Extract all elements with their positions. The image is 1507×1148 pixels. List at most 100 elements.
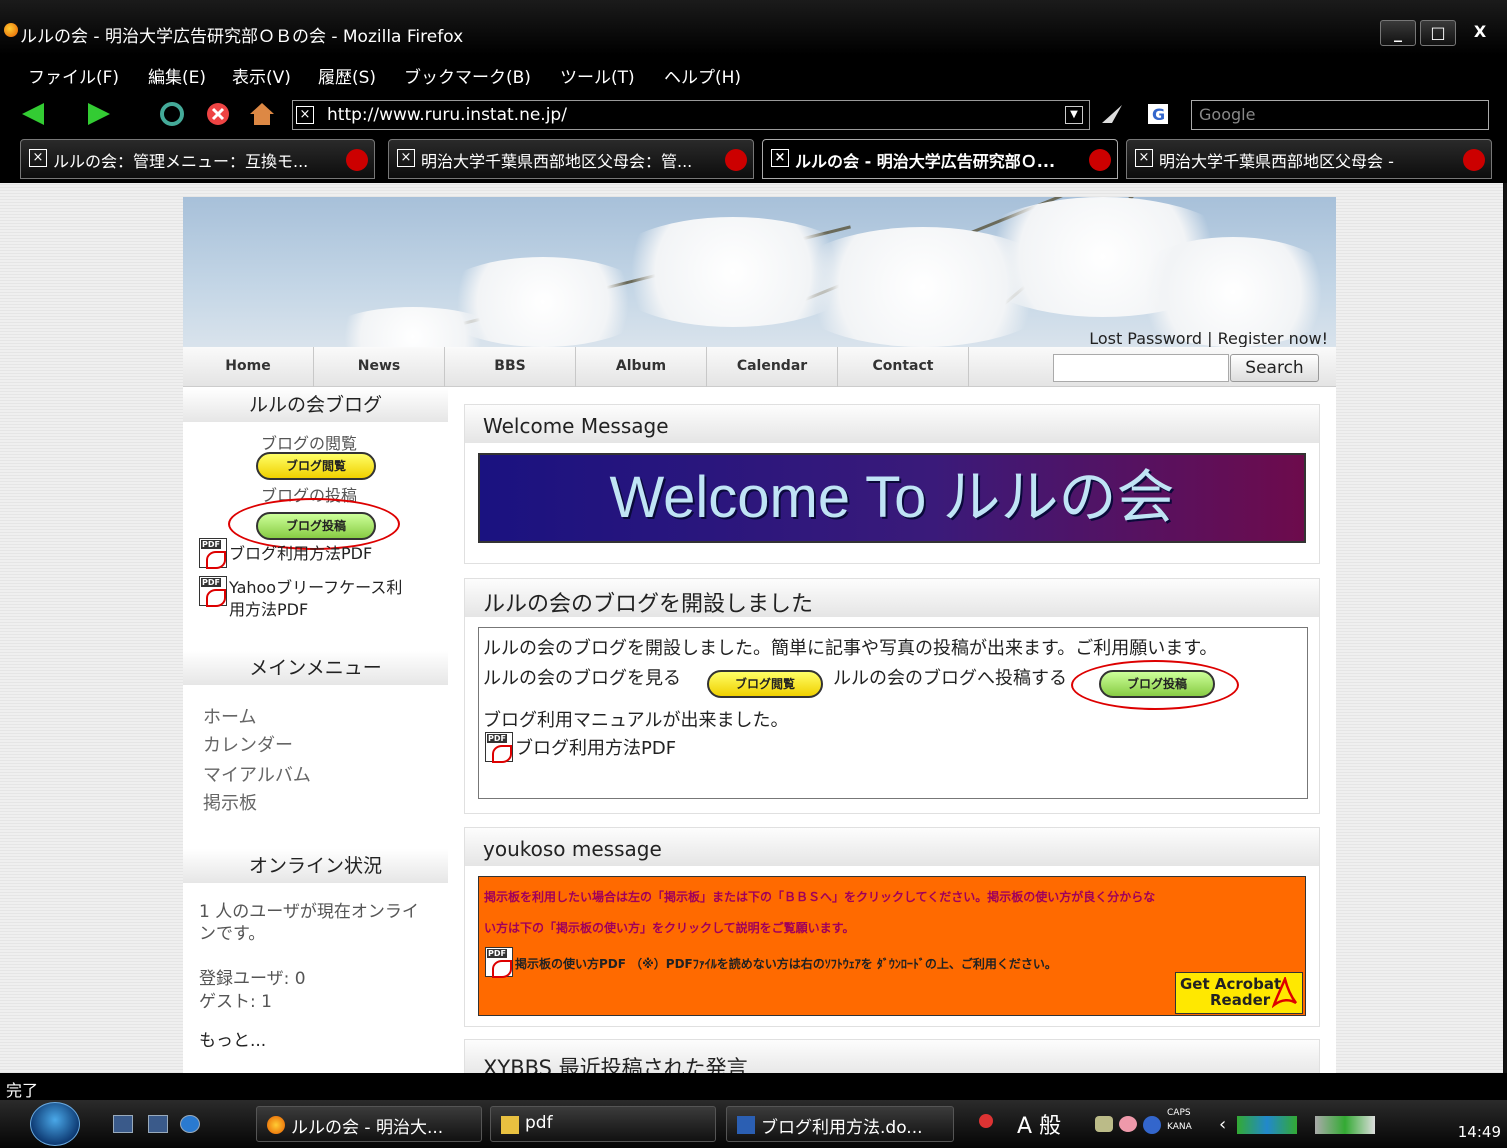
account-links[interactable]: Lost Password | Register now! <box>1089 329 1328 347</box>
task-label: pdf <box>525 1113 553 1133</box>
start-button[interactable] <box>30 1102 80 1146</box>
stop-icon[interactable] <box>204 101 232 127</box>
menu-tools[interactable]: ツール(T) <box>560 63 635 88</box>
blog-view-button[interactable]: ブログ閲覧 <box>256 452 376 480</box>
youkoso-box: youkoso message 掲示板を利用したい場合は左の「掲示板」または下の… <box>464 827 1320 1027</box>
menu-view[interactable]: 表示(V) <box>232 63 291 88</box>
bbs-usage-pdf-link[interactable]: 掲示板の使い方PDF （※）PDFﾌｧｲﾙを読めない方は右のｿﾌﾄｳｪｱを ﾀﾞ… <box>515 955 1057 972</box>
tray-icons[interactable] <box>1237 1116 1297 1134</box>
taskbar-firefox[interactable]: ルルの会 - 明治大... <box>256 1106 482 1142</box>
tab-3-active[interactable]: × ルルの会 - 明治大学広告研究部Ｏ... <box>762 139 1118 179</box>
pdf-icon <box>199 576 227 607</box>
online-text-cont: ンです。 <box>199 924 266 944</box>
reload-icon[interactable] <box>158 101 186 127</box>
blog-announcement-body: ルルの会のブログを開設しました。簡単に記事や写真の投稿が出来ます。ご利用願います… <box>478 627 1308 799</box>
ime-tool-icon[interactable] <box>1095 1116 1113 1132</box>
taskbar: ルルの会 - 明治大... pdf ブログ利用方法.do... A 般 CAPS… <box>0 1100 1507 1148</box>
welcome-box: Welcome Message Welcome To ルルの会 <box>464 404 1320 564</box>
nav-album[interactable]: Album <box>576 347 707 387</box>
tab-2[interactable]: × 明治大学千葉県西部地区父母会：管... <box>388 139 754 179</box>
url-text: http://www.ruru.instat.ne.jp/ <box>327 105 567 125</box>
tab-1[interactable]: × ルルの会：管理メニュー：互換モ... <box>20 139 375 179</box>
highlight-ellipse <box>1071 660 1239 710</box>
tray-icons[interactable] <box>1315 1116 1375 1134</box>
help-icon[interactable] <box>1143 1116 1161 1134</box>
briefcase-pdf-link[interactable]: Yahooブリーフケース利 <box>229 574 402 598</box>
pdf-icon <box>485 947 513 978</box>
menu-item-home[interactable]: ホーム <box>203 703 256 729</box>
tab-label: 明治大学千葉県西部地区父母会 - <box>1159 152 1394 171</box>
show-desktop-icon[interactable] <box>113 1115 133 1133</box>
more-link[interactable]: もっと... <box>199 1026 266 1051</box>
back-icon[interactable] <box>20 101 48 127</box>
browser-search-input[interactable]: Google <box>1191 100 1489 130</box>
tab-label: ルルの会：管理メニュー：互換モ... <box>53 152 309 171</box>
switch-windows-icon[interactable] <box>148 1115 168 1133</box>
menu-history[interactable]: 履歴(S) <box>318 63 376 88</box>
bbs-info-line: 掲示板を利用したい場合は左の「掲示板」または下の「ＢＢＳへ」をクリックしてくださ… <box>484 890 1156 904</box>
nav-home[interactable]: Home <box>183 347 314 387</box>
tray-expand-icon[interactable]: ‹ <box>1219 1114 1226 1135</box>
tab-4[interactable]: × 明治大学千葉県西部地区父母会 - <box>1126 139 1492 179</box>
blog-view-text: ルルの会のブログを見る <box>483 668 681 689</box>
forward-icon[interactable] <box>84 101 112 127</box>
tab-close-icon[interactable] <box>346 149 368 171</box>
browser-search-placeholder: Google <box>1199 105 1256 124</box>
menu-bookmarks[interactable]: ブックマーク(B) <box>404 63 531 88</box>
home-icon[interactable] <box>248 101 276 127</box>
blog-announcement-box: ルルの会のブログを開設しました ルルの会のブログを開設しました。簡単に記事や写真… <box>464 578 1320 814</box>
welcome-banner: Welcome To ルルの会 <box>478 453 1306 543</box>
acrobat-icon <box>1272 977 1298 1009</box>
bbs-info-line: い方は下の「掲示板の使い方」をクリックして説明をご覧願います。 <box>484 921 855 935</box>
svg-text:G: G <box>1152 105 1165 124</box>
caps-indicator: CAPS <box>1167 1108 1191 1118</box>
menu-edit[interactable]: 編集(E) <box>148 63 206 88</box>
maximize-button[interactable]: □ <box>1420 20 1456 46</box>
nav-contact[interactable]: Contact <box>838 347 969 387</box>
minimize-button[interactable]: _ <box>1380 20 1416 46</box>
menu-item-bbs[interactable]: 掲示板 <box>203 789 257 815</box>
nav-bbs[interactable]: BBS <box>445 347 576 387</box>
plane-icon[interactable] <box>1098 101 1126 127</box>
menu-file[interactable]: ファイル(F) <box>28 63 119 88</box>
notification-icon[interactable] <box>979 1114 993 1128</box>
taskbar-word-doc[interactable]: ブログ利用方法.do... <box>726 1106 954 1142</box>
url-dropdown-icon[interactable]: ▼ <box>1065 106 1083 124</box>
nav-news[interactable]: News <box>314 347 445 387</box>
menu-item-calendar[interactable]: カレンダー <box>203 731 293 757</box>
firefox-icon <box>4 23 18 37</box>
menu-help[interactable]: ヘルプ(H) <box>664 63 741 88</box>
tab-close-icon[interactable] <box>1463 149 1485 171</box>
blog-announcement-heading: ルルの会のブログを開設しました <box>465 579 1319 617</box>
menu-item-my-album[interactable]: マイアルバム <box>203 761 311 787</box>
task-label: ブログ利用方法.do... <box>761 1118 923 1138</box>
online-heading: オンライン状況 <box>183 849 448 883</box>
ime-tool-icon[interactable] <box>1119 1116 1137 1132</box>
close-button[interactable]: X <box>1462 20 1498 46</box>
blog-manual-pdf-link[interactable]: ブログ利用方法PDF <box>229 540 372 564</box>
site-search-input[interactable] <box>1053 354 1229 382</box>
nav-calendar[interactable]: Calendar <box>707 347 838 387</box>
url-bar[interactable]: × http://www.ruru.instat.ne.jp/ ▼ <box>292 100 1090 130</box>
briefcase-pdf-link-cont[interactable]: 用方法PDF <box>229 596 308 620</box>
welcome-heading: Welcome Message <box>465 405 1319 443</box>
window-title: ルルの会 - 明治大学広告研究部ＯＢの会 - Mozilla Firefox <box>20 27 464 47</box>
blog-view-button[interactable]: ブログ閲覧 <box>707 670 823 698</box>
blog-manual-pdf-link[interactable]: ブログ利用方法PDF <box>515 734 676 760</box>
youkoso-heading: youkoso message <box>465 828 1319 866</box>
taskbar-pdf-folder[interactable]: pdf <box>490 1106 716 1142</box>
site-search-button[interactable]: Search <box>1230 354 1319 382</box>
status-bar: 完了 <box>0 1073 1507 1100</box>
header-banner: Lost Password | Register now! <box>183 197 1336 347</box>
internet-explorer-icon[interactable] <box>180 1115 200 1133</box>
page-viewport: Lost Password | Register now! Home News … <box>0 183 1507 1073</box>
tab-close-icon[interactable] <box>725 149 747 171</box>
get-acrobat-reader-button[interactable]: Get Acrobat Reader <box>1175 972 1303 1014</box>
scrollbar[interactable] <box>1503 183 1507 1073</box>
task-label: ルルの会 - 明治大... <box>291 1118 444 1138</box>
google-search-engine-icon[interactable]: G <box>1146 101 1174 127</box>
clock[interactable]: 14:49 <box>1458 1123 1501 1141</box>
tab-close-icon[interactable] <box>1089 149 1111 171</box>
ime-indicator[interactable]: A 般 <box>1017 1108 1061 1140</box>
site-nav: Home News BBS Album Calendar Contact Sea… <box>183 347 1336 387</box>
